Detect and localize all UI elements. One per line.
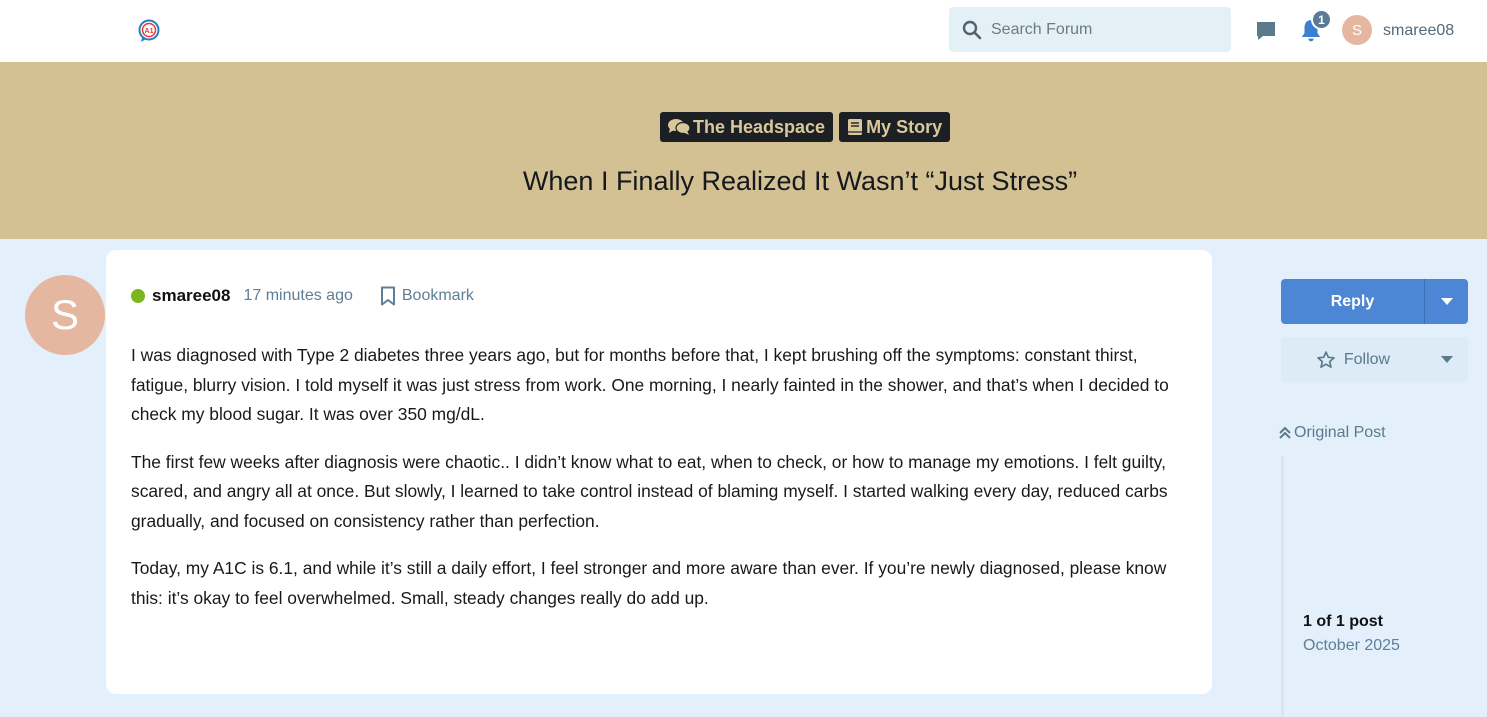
double-chevron-up-icon <box>1279 426 1291 439</box>
top-navbar: A1 1 S smaree08 <box>0 0 1487 62</box>
category-tag-headspace[interactable]: The Headspace <box>660 112 834 142</box>
caret-down-icon <box>1440 297 1453 305</box>
post-paragraph: I was diagnosed with Type 2 diabetes thr… <box>131 345 1169 424</box>
original-post-label: Original Post <box>1294 424 1386 441</box>
star-icon <box>1317 350 1335 368</box>
a1-chat-logo-icon[interactable]: A1 <box>137 19 161 43</box>
post-card: smaree08 17 minutes ago Bookmark I was d… <box>106 250 1212 694</box>
online-status-indicator <box>131 289 145 303</box>
bookmark-icon <box>380 286 395 306</box>
reply-options-button[interactable] <box>1425 279 1468 324</box>
chat-icon[interactable] <box>1254 19 1278 43</box>
avatar[interactable]: S <box>1342 15 1372 45</box>
notification-badge[interactable]: 1 <box>1311 9 1332 30</box>
follow-options-button[interactable] <box>1425 355 1468 364</box>
timeline-scrubber[interactable] <box>1281 456 1284 717</box>
book-icon <box>848 119 863 135</box>
post-body: I was diagnosed with Type 2 diabetes thr… <box>131 341 1191 631</box>
post-timestamp[interactable]: 17 minutes ago <box>243 287 352 305</box>
post-paragraph: The first few weeks after diagnosis were… <box>131 451 1168 531</box>
category-label: My Story <box>866 116 943 137</box>
comments-icon <box>668 119 690 135</box>
follow-label: Follow <box>1343 350 1391 368</box>
post-meta: smaree08 17 minutes ago Bookmark <box>131 286 474 306</box>
category-tag-my-story[interactable]: My Story <box>839 112 951 142</box>
follow-button-group: Follow <box>1281 337 1468 382</box>
category-label: The Headspace <box>693 116 826 137</box>
page-title: When I Finally Realized It Wasn’t “Just … <box>522 166 1078 196</box>
bookmark-button[interactable]: Bookmark <box>380 286 474 306</box>
post-count: 1 of 1 post <box>1303 613 1384 630</box>
bookmark-label: Bookmark <box>401 287 474 304</box>
caret-down-icon <box>1440 355 1453 363</box>
follow-button[interactable]: Follow <box>1281 350 1425 370</box>
original-post-link[interactable]: Original Post <box>1279 424 1386 442</box>
search-input[interactable] <box>991 20 1211 39</box>
search-icon <box>962 20 982 39</box>
reply-button[interactable]: Reply <box>1281 279 1425 324</box>
topic-header: The Headspace My Story When I Finally Re… <box>0 62 1487 239</box>
post-author-avatar[interactable]: S <box>25 275 105 355</box>
reply-button-group: Reply <box>1281 279 1468 324</box>
category-tags: The Headspace My Story <box>660 112 951 142</box>
post-paragraph: Today, my A1C is 6.1, and while it’s sti… <box>131 558 1167 608</box>
post-author-name[interactable]: smaree08 <box>152 286 230 306</box>
svg-text:A1: A1 <box>145 28 154 35</box>
search-box[interactable] <box>949 7 1231 52</box>
timeline-date: October 2025 <box>1303 637 1400 654</box>
header-username[interactable]: smaree08 <box>1383 22 1454 40</box>
